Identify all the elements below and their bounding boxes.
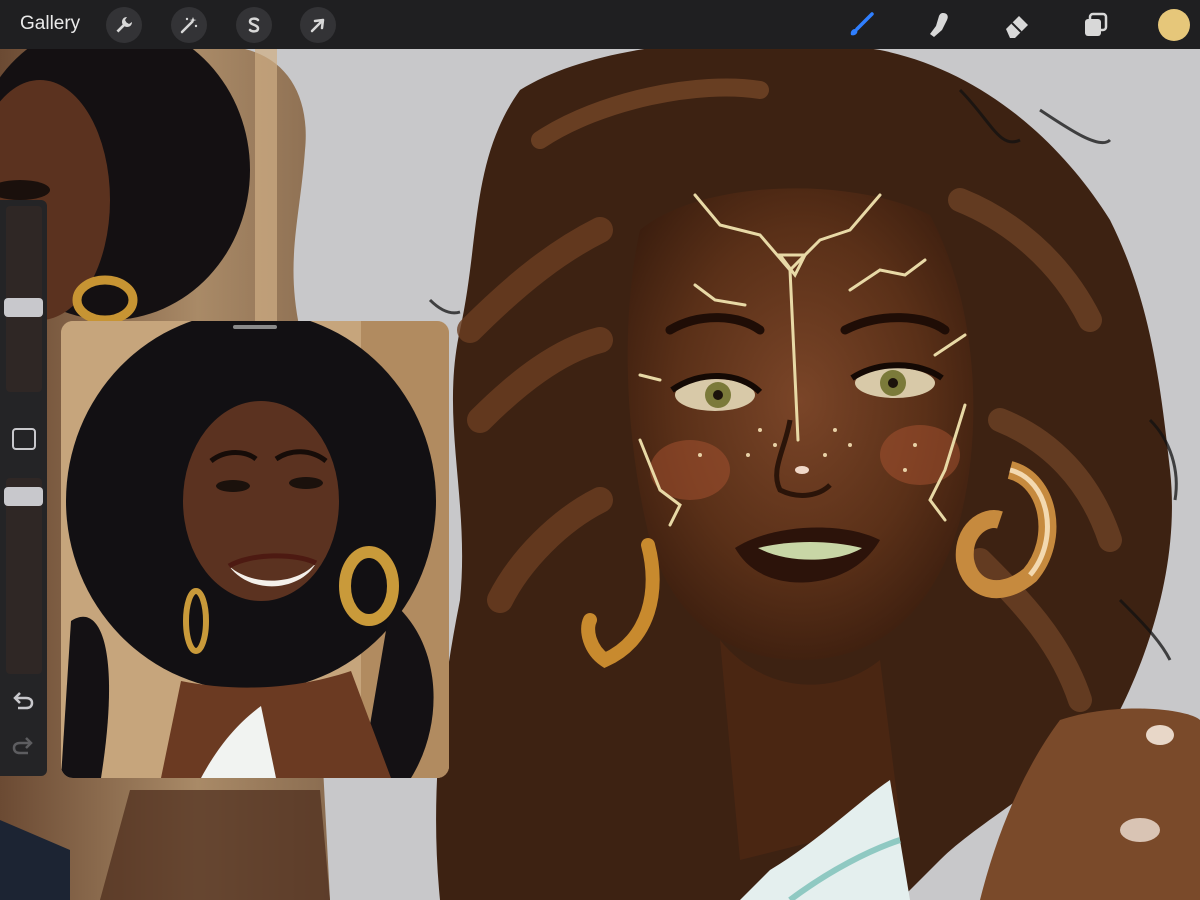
reference-photo [61, 321, 449, 778]
brush-sidebar [0, 200, 47, 776]
reference-image-window[interactable] [61, 321, 449, 778]
selection-s-icon[interactable] [236, 7, 272, 43]
smudge-finger-icon[interactable] [921, 7, 957, 43]
brush-opacity-slider[interactable] [4, 478, 43, 674]
color-swatch[interactable] [1158, 9, 1190, 41]
brush-opacity-handle[interactable] [4, 486, 43, 506]
redo-arrow-icon[interactable] [10, 733, 36, 759]
square-icon[interactable] [12, 428, 36, 450]
wrench-icon[interactable] [106, 7, 142, 43]
gallery-button[interactable]: Gallery [20, 13, 80, 35]
magic-wand-icon[interactable] [171, 7, 207, 43]
arrow-cursor-icon[interactable] [300, 7, 336, 43]
undo-arrow-icon[interactable] [10, 688, 36, 714]
eraser-icon[interactable] [999, 7, 1035, 43]
brush-size-handle[interactable] [4, 297, 43, 317]
reference-window-drag-handle[interactable] [233, 325, 277, 329]
top-toolbar: Gallery [0, 0, 1200, 49]
brush-icon[interactable] [843, 7, 879, 43]
layers-icon[interactable] [1077, 7, 1113, 43]
brush-size-slider[interactable] [4, 206, 43, 392]
